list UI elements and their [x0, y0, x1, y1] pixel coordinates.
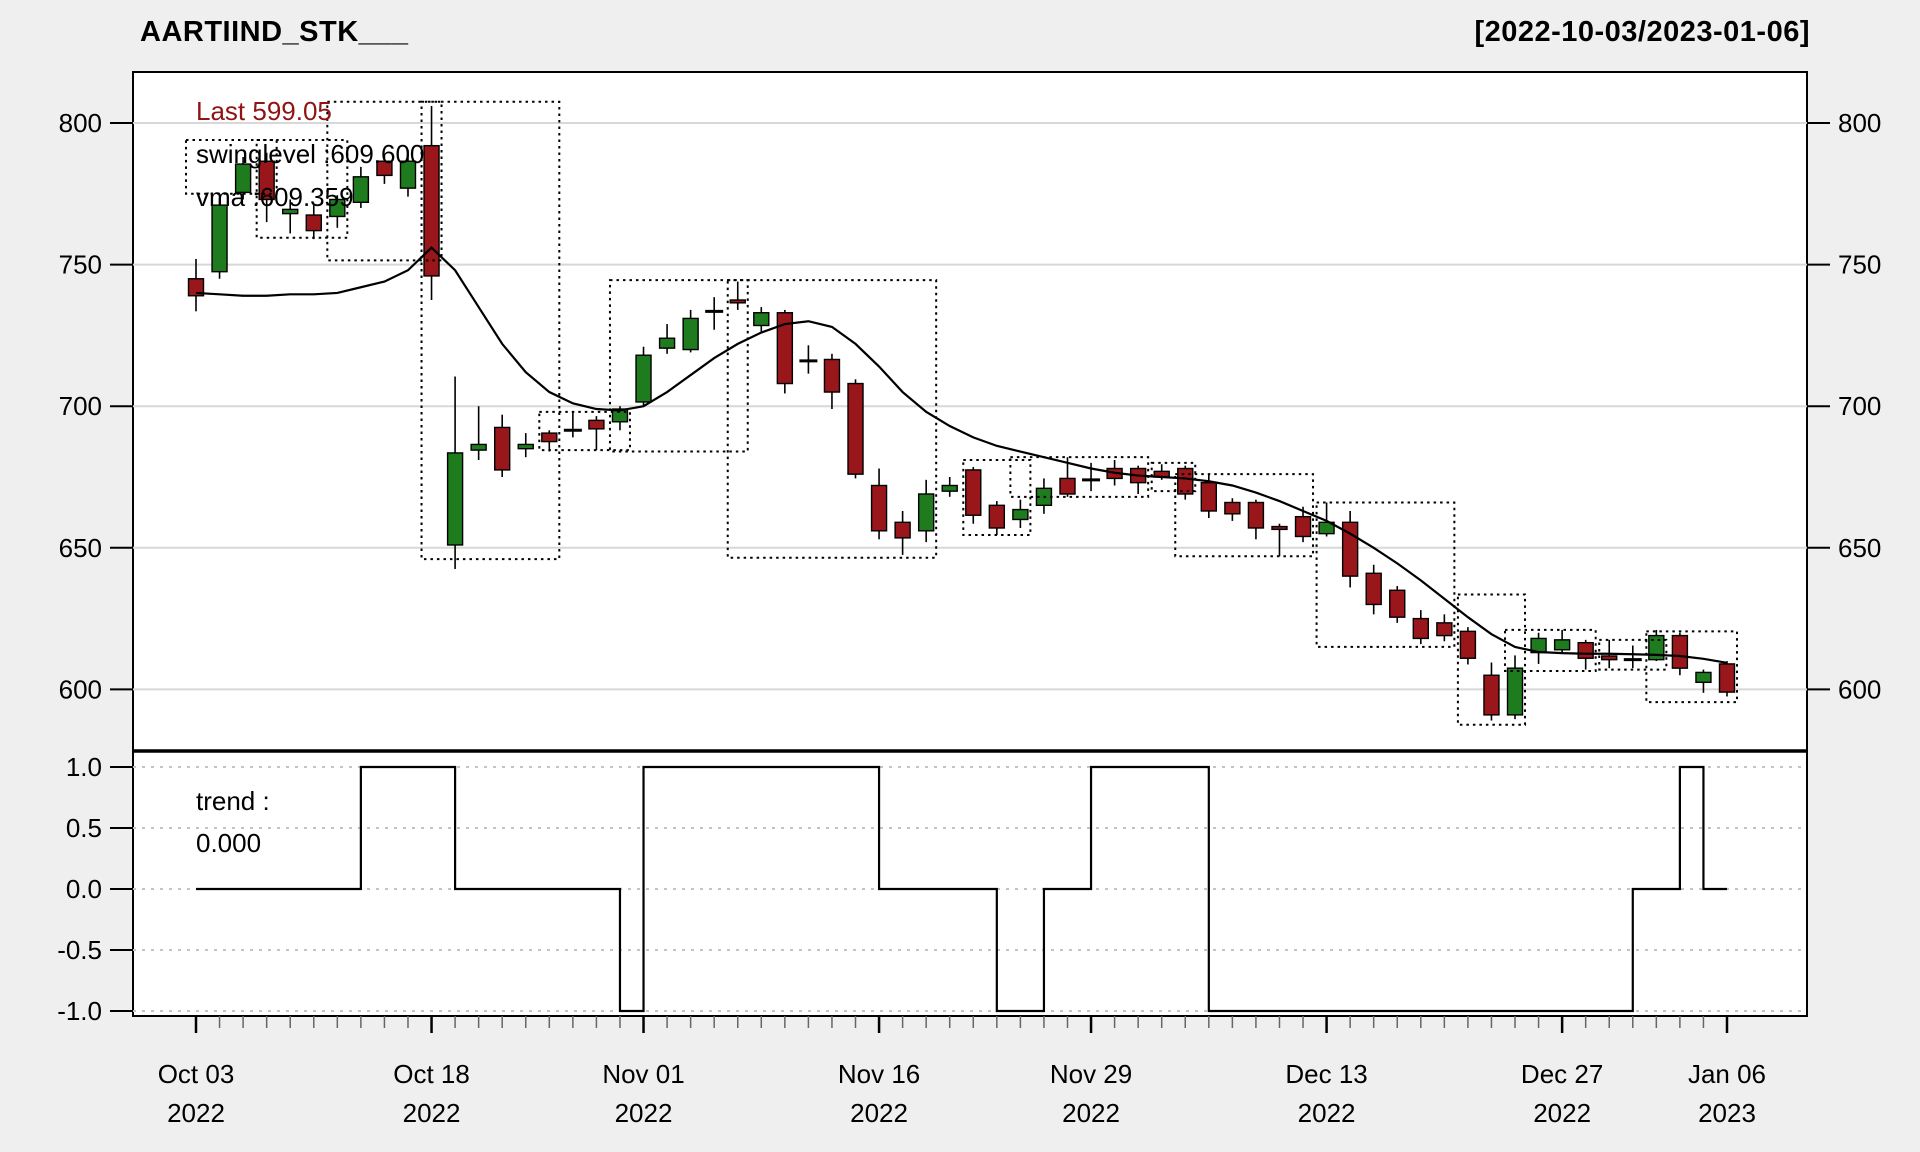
candle-body-down: [1413, 619, 1428, 639]
trend-axis-label: 0.0: [66, 874, 102, 904]
candle-body-up: [353, 177, 368, 202]
right-axis-label: 800: [1838, 108, 1881, 138]
candle-body-up: [683, 318, 698, 349]
candle-body-down: [872, 485, 887, 530]
x-axis-date-label: Nov 29: [1050, 1059, 1132, 1089]
x-axis-date-label: Dec 13: [1285, 1059, 1367, 1089]
candle-body-down: [1602, 656, 1617, 660]
candle-body-down: [306, 215, 321, 231]
left-axis-label: 800: [59, 108, 102, 138]
x-axis-date-label: Nov 01: [602, 1059, 684, 1089]
candle-body-up: [942, 485, 957, 491]
candle-body-up: [448, 453, 463, 545]
candle-body-down: [989, 505, 1004, 528]
left-axis-label: 700: [59, 391, 102, 421]
trend-axis-label: -1.0: [57, 996, 102, 1026]
x-axis-year-label: 2022: [1298, 1098, 1356, 1128]
last-price-label: Last 599.05: [196, 96, 332, 127]
chart-figure: AARTIIND_STK___ [2022-10-03/2023-01-06] …: [0, 0, 1920, 1152]
candle-body-down: [895, 522, 910, 538]
candle-body-down: [966, 470, 981, 515]
right-axis-label: 650: [1838, 533, 1881, 563]
candle-body-up: [1555, 640, 1570, 650]
candle-body-up: [212, 205, 227, 272]
right-axis-label: 600: [1838, 674, 1881, 704]
left-axis-label: 650: [59, 533, 102, 563]
candle-body-down: [495, 427, 510, 469]
candle-body-down: [1272, 527, 1287, 530]
candle-body-down: [589, 420, 604, 428]
candle-body-down: [1390, 590, 1405, 617]
right-axis-label: 700: [1838, 391, 1881, 421]
candle-body-down: [1720, 664, 1735, 692]
candle-body-up: [636, 355, 651, 402]
candle-body-down: [1460, 631, 1475, 658]
x-axis-date-label: Dec 27: [1521, 1059, 1603, 1089]
trend-axis-label: 0.5: [66, 813, 102, 843]
candle-body-down: [424, 146, 439, 276]
candle-body-down: [1578, 643, 1593, 659]
left-axis-label: 600: [59, 674, 102, 704]
candle-body-down: [1484, 675, 1499, 715]
swinglevel-label: swinglevel :609.600: [196, 139, 424, 170]
candle-body-down: [1060, 478, 1075, 494]
trend-indicator-label: trend :: [196, 786, 270, 817]
trend-panel: [133, 751, 1807, 1016]
candle-body-down: [1201, 483, 1216, 511]
candle-body-up: [518, 444, 533, 448]
x-axis-year-label: 2022: [615, 1098, 673, 1128]
x-axis-date-label: Jan 06: [1688, 1059, 1766, 1089]
candle-body-down: [542, 433, 557, 441]
x-axis-date-label: Oct 18: [393, 1059, 470, 1089]
vma-label: vma :609.359: [196, 182, 354, 213]
candle-body-down: [848, 384, 863, 475]
x-axis-year-label: 2022: [1533, 1098, 1591, 1128]
candle-body-up: [1508, 668, 1523, 715]
trend-axis-label: -0.5: [57, 935, 102, 965]
left-axis-label: 750: [59, 250, 102, 280]
candle-body-down: [730, 300, 745, 303]
candle-body-up: [1696, 672, 1711, 682]
candle-body-up: [1013, 510, 1028, 520]
candle-body-down: [1437, 623, 1452, 636]
x-axis-year-label: 2022: [167, 1098, 225, 1128]
x-axis-year-label: 2023: [1698, 1098, 1756, 1128]
candle-body-down: [1248, 502, 1263, 527]
x-axis-date-label: Oct 03: [158, 1059, 235, 1089]
candle-body-down: [824, 359, 839, 392]
x-axis-year-label: 2022: [1062, 1098, 1120, 1128]
candle-body-down: [1366, 573, 1381, 604]
candle-body-up: [660, 338, 675, 348]
candle-body-down: [1296, 517, 1311, 537]
candlestick-chart-canvas: 800 800 750 750 700 700 650 650 600 600 1.0 0.5 0.0 -…: [0, 0, 1920, 1152]
trend-indicator-value: 0.000: [196, 828, 261, 859]
candle-body-up: [471, 444, 486, 450]
x-axis-date-label: Nov 16: [838, 1059, 920, 1089]
candle-body-up: [919, 494, 934, 531]
candle-body-down: [1178, 469, 1193, 494]
right-axis-label: 750: [1838, 250, 1881, 280]
candle-body-down: [1672, 636, 1687, 669]
candle-body-up: [754, 313, 769, 326]
trend-axis-label: 1.0: [66, 752, 102, 782]
x-axis-year-label: 2022: [850, 1098, 908, 1128]
x-axis-year-label: 2022: [403, 1098, 461, 1128]
candle-body-down: [1225, 502, 1240, 513]
